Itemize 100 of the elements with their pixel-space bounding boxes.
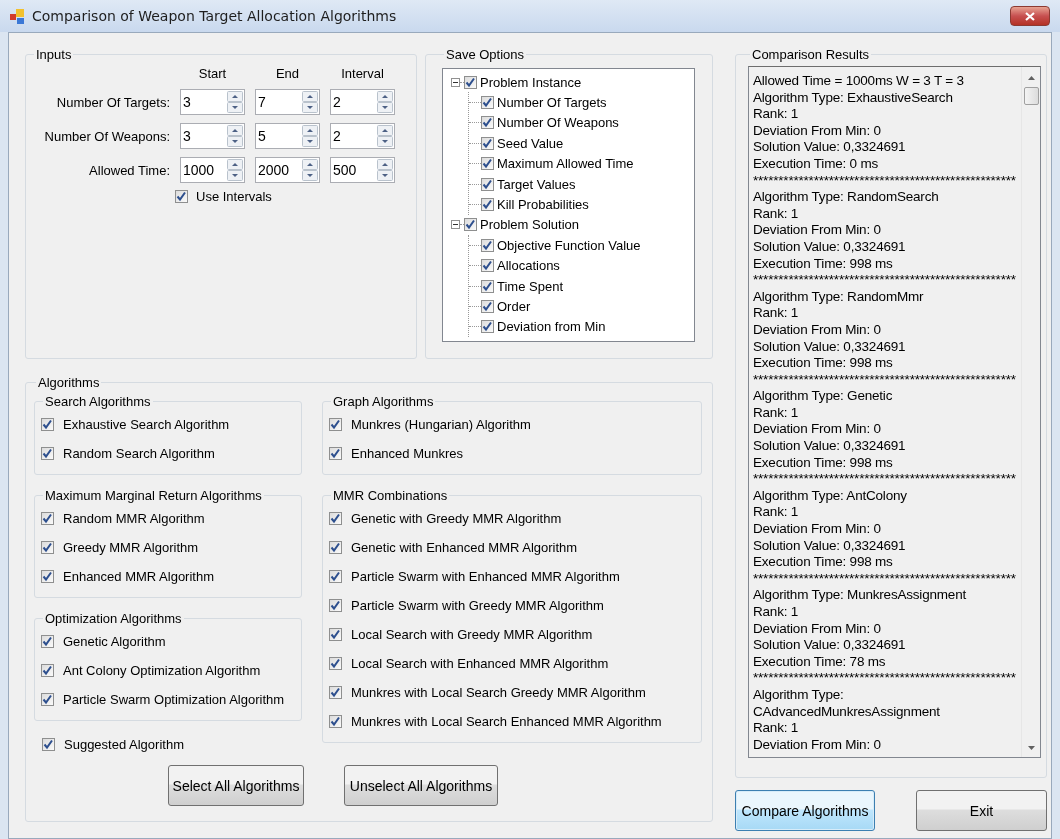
number-spinner[interactable]: 2: [330, 89, 395, 115]
checkmark-icon: [329, 447, 342, 460]
checkbox[interactable]: Greedy MMR Algorithm: [41, 533, 293, 562]
app-icon: [10, 8, 24, 24]
checkbox[interactable]: Order: [481, 299, 531, 314]
checkbox[interactable]: Particle Swarm with Greedy MMR Algorithm: [329, 591, 693, 620]
collapse-button[interactable]: [451, 77, 460, 87]
number-spinner[interactable]: 500: [330, 157, 395, 183]
text-line: Algorithm Type: MunkresAssignment: [753, 587, 967, 604]
checkmark-icon: [41, 418, 54, 431]
checkbox[interactable]: Enhanced MMR Algorithm: [41, 562, 293, 591]
checkbox[interactable]: Time Spent: [481, 278, 563, 294]
checkbox[interactable]: Seed Value: [481, 135, 564, 151]
checkbox[interactable]: Random Search Algorithm: [41, 439, 293, 468]
text-line: ****************************************************: [753, 471, 1017, 488]
checkmark-icon: [481, 300, 494, 313]
checkbox[interactable]: Target Values: [481, 176, 576, 192]
checkmark-icon: [329, 512, 342, 525]
button[interactable]: Compare Algorithms: [735, 790, 875, 831]
checkbox[interactable]: Exhaustive Search Algorithm: [41, 410, 293, 439]
text-line: Rank: 1: [753, 504, 800, 522]
checkmark-icon: [329, 657, 342, 670]
checkbox[interactable]: Problem Solution: [464, 217, 579, 233]
text-line: Solution Value: 0,3324691: [753, 238, 907, 256]
button[interactable]: Select All Algorithms: [168, 765, 304, 806]
checkbox[interactable]: Kill Probabilities: [481, 197, 589, 213]
group-title: Maximum Marginal Return Algorithms: [44, 488, 263, 503]
checkmark-icon: [329, 628, 342, 641]
text-line: ****************************************************: [753, 570, 1017, 588]
text-line: Solution Value: 0,3324691: [753, 338, 907, 356]
number-spinner[interactable]: 3: [180, 123, 245, 149]
checkbox[interactable]: Objective Function Value: [481, 237, 641, 253]
checkbox[interactable]: Number Of Weapons: [481, 115, 619, 131]
checkmark-icon: [41, 447, 54, 460]
button[interactable]: Unselect All Algorithms: [344, 765, 498, 806]
checkbox[interactable]: Particle Swarm Optimization Algorithm: [41, 685, 293, 714]
checkbox[interactable]: Local Search with Enhanced MMR Algorithm: [329, 649, 693, 678]
text-line: Execution Time: 0 ms: [753, 155, 880, 173]
column-header: End: [274, 66, 301, 82]
checkmark-icon: [42, 738, 55, 751]
checkbox[interactable]: Munkres (Hungarian) Algorithm: [329, 410, 693, 439]
text-line: Deviation From Min: 0: [753, 736, 882, 754]
text-line: Solution Value: 0,3324691: [753, 438, 907, 455]
text-line: Algorithm Type:: [753, 686, 845, 704]
checkbox[interactable]: Number Of Targets: [481, 95, 607, 111]
checkmark-icon: [41, 570, 54, 583]
number-spinner[interactable]: 5: [255, 123, 320, 149]
text-line: Deviation From Min: 0: [753, 521, 882, 538]
close-button[interactable]: [1010, 6, 1050, 26]
checkbox[interactable]: Ant Colony Optimization Algorithm: [41, 656, 293, 685]
text-line: Rank: 1: [753, 205, 800, 223]
collapse-button[interactable]: [451, 220, 460, 230]
checkbox[interactable]: Genetic Algorithm: [41, 627, 293, 656]
spin-arrows-icon: [227, 159, 243, 181]
text-line: CAdvancedMunkresAssignment: [753, 703, 941, 721]
field-label: Number Of Weapons:: [43, 128, 170, 144]
group-title: MMR Combinations: [332, 488, 449, 503]
text-line: ****************************************************: [753, 371, 1017, 389]
scrollbar[interactable]: [1021, 67, 1040, 757]
group-title: Search Algorithms: [44, 394, 152, 409]
number-spinner[interactable]: 2000: [255, 157, 320, 183]
checkmark-icon: [329, 541, 342, 554]
checkbox[interactable]: Maximum Allowed Time: [481, 156, 634, 172]
text-line: Algorithm Type: RandomSearch: [753, 189, 940, 206]
button[interactable]: Exit: [916, 790, 1047, 831]
checkbox[interactable]: Munkres with Local Search Greedy MMR Algorithm: [329, 678, 693, 707]
spin-arrows-icon: [227, 91, 243, 113]
text-line: Deviation From Min: 0: [753, 421, 882, 439]
spin-arrows-icon: [377, 125, 393, 147]
number-spinner[interactable]: 2: [330, 123, 395, 149]
checkmark-icon: [41, 664, 54, 677]
checkmark-icon: [481, 177, 494, 191]
checkbox[interactable]: Local Search with Greedy MMR Algorithm: [329, 620, 693, 649]
text-line: Execution Time: 998 ms: [753, 255, 894, 273]
field-label: Number Of Targets:: [55, 94, 170, 110]
text-line: Algorithm Type: RandomMmr: [753, 288, 925, 306]
number-spinner[interactable]: 1000: [180, 157, 245, 183]
checkbox[interactable]: Suggested Algorithm: [42, 730, 302, 759]
scroll-thumb[interactable]: [1023, 87, 1039, 105]
number-spinner[interactable]: 3: [180, 89, 245, 115]
checkbox[interactable]: Particle Swarm with Enhanced MMR Algorithm: [329, 562, 693, 591]
checkbox[interactable]: Allocations: [481, 258, 560, 274]
checkbox[interactable]: Enhanced Munkres: [329, 439, 693, 468]
checkbox[interactable]: Problem Instance: [464, 74, 582, 90]
text-line: Solution Value: 0,3324691: [753, 637, 907, 654]
column-header: Start: [197, 66, 228, 82]
text-line: Rank: 1: [753, 720, 800, 737]
checkbox[interactable]: Use Intervals: [175, 189, 410, 204]
checkbox[interactable]: Genetic with Enhanced MMR Algorithm: [329, 533, 693, 562]
text-line: Deviation From Min: 0: [753, 620, 882, 638]
checkbox[interactable]: Munkres with Local Search Enhanced MMR Algorithm: [329, 707, 693, 736]
checkmark-icon: [175, 190, 188, 203]
checkbox[interactable]: Genetic with Greedy MMR Algorithm: [329, 504, 693, 533]
column-header: Interval: [340, 66, 385, 82]
number-spinner[interactable]: 7: [255, 89, 320, 115]
checkmark-icon: [481, 279, 494, 293]
text-line: Deviation From Min: 0: [753, 321, 882, 339]
checkbox[interactable]: Deviation from Min: [481, 319, 606, 335]
checkbox[interactable]: Random MMR Algorithm: [41, 504, 293, 533]
text-line: Algorithm Type: AntColony: [753, 487, 908, 505]
